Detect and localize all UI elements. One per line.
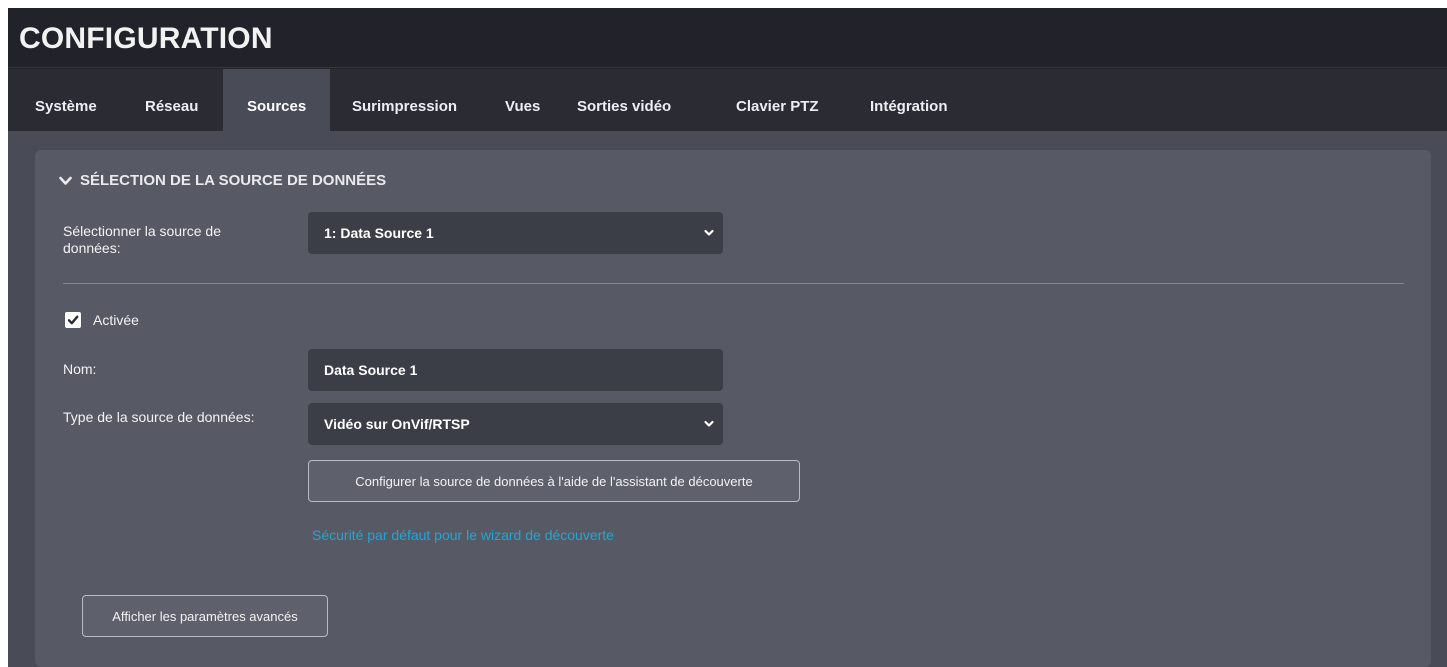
name-input-value: Data Source 1: [324, 362, 418, 378]
enabled-label: Activée: [93, 312, 139, 328]
discovery-wizard-button[interactable]: Configurer la source de données à l'aide…: [308, 460, 800, 502]
data-source-select-value: 1: Data Source 1: [324, 225, 434, 241]
source-type-label: Type de la source de données:: [63, 409, 255, 425]
title-bar: CONFIGURATION: [8, 8, 1447, 68]
show-advanced-button[interactable]: Afficher les paramètres avancés: [82, 595, 328, 637]
section-toggle[interactable]: SÉLECTION DE LA SOURCE DE DONNÉES: [59, 172, 386, 189]
enabled-checkbox[interactable]: [65, 312, 81, 328]
tab-vues[interactable]: Vues: [487, 69, 559, 131]
data-source-select[interactable]: 1: Data Source 1: [308, 212, 723, 254]
tab-sources[interactable]: Sources: [223, 69, 330, 131]
tab-bar: Système Réseau Sources Surimpression Vue…: [8, 69, 1447, 131]
section-divider: [63, 283, 1404, 284]
source-type-select-value: Vidéo sur OnVif/RTSP: [324, 416, 470, 432]
tab-surimpression[interactable]: Surimpression: [330, 69, 487, 131]
page-title: CONFIGURATION: [19, 22, 273, 55]
tab-systeme[interactable]: Système: [8, 69, 120, 131]
section-title: SÉLECTION DE LA SOURCE DE DONNÉES: [80, 172, 387, 189]
name-input[interactable]: Data Source 1: [308, 349, 723, 391]
tab-clavier-ptz[interactable]: Clavier PTZ: [716, 69, 849, 131]
data-source-panel: SÉLECTION DE LA SOURCE DE DONNÉES Sélect…: [35, 150, 1431, 667]
default-security-link[interactable]: Sécurité par défaut pour le wizard de dé…: [312, 527, 614, 543]
tab-reseau[interactable]: Réseau: [120, 69, 223, 131]
app-window: CONFIGURATION Système Réseau Sources Sur…: [8, 8, 1447, 667]
chevron-down-icon: [703, 226, 715, 242]
tab-integration[interactable]: Intégration: [849, 69, 979, 131]
tab-sorties-video[interactable]: Sorties vidéo: [559, 69, 716, 131]
name-label: Nom:: [63, 361, 97, 377]
chevron-down-icon: [59, 176, 72, 186]
select-source-label: Sélectionner la source de données:: [63, 223, 221, 256]
chevron-down-icon: [703, 417, 715, 433]
tab-content: SÉLECTION DE LA SOURCE DE DONNÉES Sélect…: [8, 131, 1447, 667]
source-type-select[interactable]: Vidéo sur OnVif/RTSP: [308, 403, 723, 445]
check-icon: [67, 315, 79, 325]
